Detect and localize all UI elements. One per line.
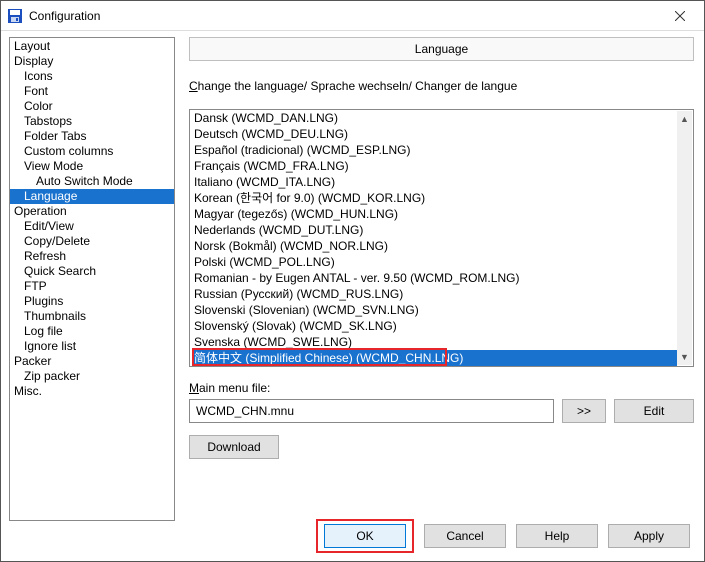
tree-item[interactable]: Tabstops xyxy=(10,114,174,129)
help-button[interactable]: Help xyxy=(516,524,598,548)
tree-item[interactable]: Icons xyxy=(10,69,174,84)
tree-item[interactable]: Log file xyxy=(10,324,174,339)
language-option[interactable]: Français (WCMD_FRA.LNG) xyxy=(194,158,677,174)
download-button[interactable]: Download xyxy=(189,435,279,459)
scrollbar[interactable]: ▲ ▼ xyxy=(677,111,692,365)
change-language-label: Change the language/ Sprache wechseln/ C… xyxy=(189,79,694,93)
titlebar: Configuration xyxy=(1,1,704,31)
tree-item[interactable]: Color xyxy=(10,99,174,114)
tree-item[interactable]: Edit/View xyxy=(10,219,174,234)
tree-item[interactable]: Misc. xyxy=(10,384,174,399)
cancel-button[interactable]: Cancel xyxy=(424,524,506,548)
language-option[interactable]: Magyar (tegezős) (WCMD_HUN.LNG) xyxy=(194,206,677,222)
tree-item[interactable]: Zip packer xyxy=(10,369,174,384)
close-button[interactable] xyxy=(660,2,700,30)
language-option[interactable]: Polski (WCMD_POL.LNG) xyxy=(194,254,677,270)
scroll-down-icon[interactable]: ▼ xyxy=(677,349,692,365)
edit-button[interactable]: Edit xyxy=(614,399,694,423)
dialog-footer: OK Cancel Help Apply xyxy=(1,521,704,557)
language-option[interactable]: Español (tradicional) (WCMD_ESP.LNG) xyxy=(194,142,677,158)
tree-item[interactable]: Custom columns xyxy=(10,144,174,159)
scroll-up-icon[interactable]: ▲ xyxy=(677,111,692,127)
tree-item[interactable]: Display xyxy=(10,54,174,69)
language-listbox[interactable]: Dansk (WCMD_DAN.LNG)Deutsch (WCMD_DEU.LN… xyxy=(189,109,694,367)
language-option[interactable]: Deutsch (WCMD_DEU.LNG) xyxy=(194,126,677,142)
tree-item[interactable]: Layout xyxy=(10,39,174,54)
language-option[interactable]: Slovenský (Slovak) (WCMD_SK.LNG) xyxy=(194,318,677,334)
tree-item[interactable]: Font xyxy=(10,84,174,99)
language-option[interactable]: Italiano (WCMD_ITA.LNG) xyxy=(194,174,677,190)
panel-title: Language xyxy=(189,37,694,61)
tree-item[interactable]: Thumbnails xyxy=(10,309,174,324)
language-option[interactable]: Romanian - by Eugen ANTAL - ver. 9.50 (W… xyxy=(194,270,677,286)
language-option[interactable]: Svenska (WCMD_SWE.LNG) xyxy=(194,334,677,350)
ok-button[interactable]: OK xyxy=(324,524,406,548)
apply-button[interactable]: Apply xyxy=(608,524,690,548)
language-option[interactable]: Norsk (Bokmål) (WCMD_NOR.LNG) xyxy=(194,238,677,254)
annotation-highlight: OK xyxy=(316,519,414,553)
tree-item[interactable]: Quick Search xyxy=(10,264,174,279)
category-tree[interactable]: LayoutDisplayIconsFontColorTabstopsFolde… xyxy=(9,37,175,521)
language-option[interactable]: Slovenski (Slovenian) (WCMD_SVN.LNG) xyxy=(194,302,677,318)
language-option[interactable]: Korean (한국어 for 9.0) (WCMD_KOR.LNG) xyxy=(194,190,677,206)
tree-item[interactable]: Packer xyxy=(10,354,174,369)
browse-button[interactable]: >> xyxy=(562,399,606,423)
menu-file-row: >> Edit xyxy=(189,399,694,423)
floppy-icon xyxy=(7,8,23,24)
tree-item[interactable]: Auto Switch Mode xyxy=(10,174,174,189)
tree-item[interactable]: View Mode xyxy=(10,159,174,174)
tree-item[interactable]: Operation xyxy=(10,204,174,219)
tree-item[interactable]: FTP xyxy=(10,279,174,294)
language-option[interactable]: 简体中文 (Simplified Chinese) (WCMD_CHN.LNG) xyxy=(194,350,677,366)
content-area: LayoutDisplayIconsFontColorTabstopsFolde… xyxy=(1,31,704,521)
close-icon xyxy=(675,11,685,21)
language-option[interactable]: Dansk (WCMD_DAN.LNG) xyxy=(194,110,677,126)
language-option[interactable]: Nederlands (WCMD_DUT.LNG) xyxy=(194,222,677,238)
tree-item[interactable]: Folder Tabs xyxy=(10,129,174,144)
menu-file-input[interactable] xyxy=(189,399,554,423)
tree-item[interactable]: Ignore list xyxy=(10,339,174,354)
settings-panel: Language Change the language/ Sprache we… xyxy=(175,37,694,521)
tree-item[interactable]: Language xyxy=(10,189,174,204)
window-title: Configuration xyxy=(29,9,660,23)
main-menu-label: Main menu file: xyxy=(189,381,694,395)
language-option[interactable]: Russian (Русский) (WCMD_RUS.LNG) xyxy=(194,286,677,302)
tree-item[interactable]: Plugins xyxy=(10,294,174,309)
tree-item[interactable]: Refresh xyxy=(10,249,174,264)
tree-item[interactable]: Copy/Delete xyxy=(10,234,174,249)
